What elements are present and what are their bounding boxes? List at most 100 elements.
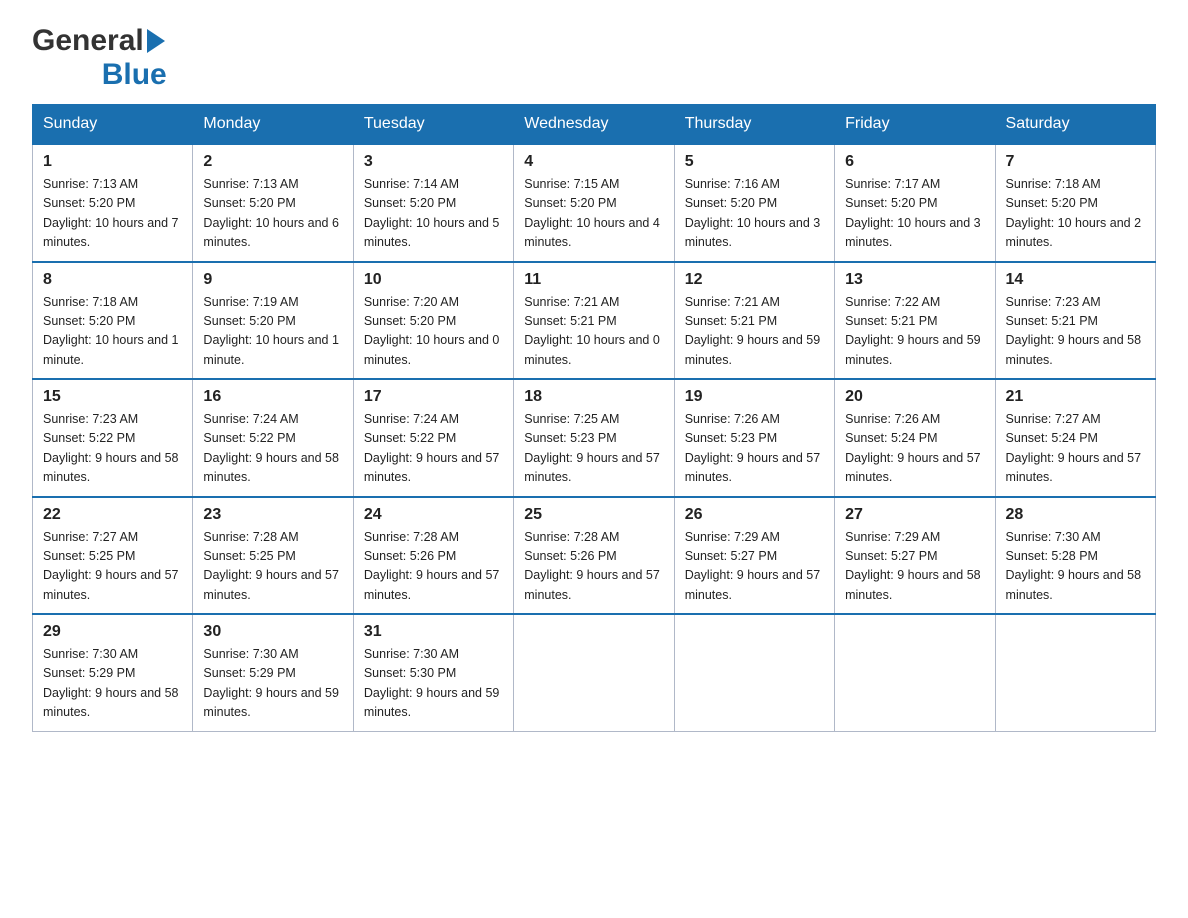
calendar-cell bbox=[514, 614, 674, 731]
calendar-cell: 30 Sunrise: 7:30 AMSunset: 5:29 PMDaylig… bbox=[193, 614, 353, 731]
day-info: Sunrise: 7:14 AMSunset: 5:20 PMDaylight:… bbox=[364, 177, 500, 249]
day-number: 14 bbox=[1006, 271, 1145, 289]
calendar-cell bbox=[835, 614, 995, 731]
day-number: 6 bbox=[845, 153, 984, 171]
day-info: Sunrise: 7:15 AMSunset: 5:20 PMDaylight:… bbox=[524, 177, 660, 249]
calendar-cell: 31 Sunrise: 7:30 AMSunset: 5:30 PMDaylig… bbox=[353, 614, 513, 731]
weekday-header-sunday: Sunday bbox=[33, 105, 193, 145]
day-number: 20 bbox=[845, 388, 984, 406]
day-info: Sunrise: 7:16 AMSunset: 5:20 PMDaylight:… bbox=[685, 177, 821, 249]
calendar-cell: 6 Sunrise: 7:17 AMSunset: 5:20 PMDayligh… bbox=[835, 144, 995, 262]
day-info: Sunrise: 7:22 AMSunset: 5:21 PMDaylight:… bbox=[845, 295, 981, 367]
day-number: 28 bbox=[1006, 506, 1145, 524]
weekday-header-monday: Monday bbox=[193, 105, 353, 145]
calendar-cell: 23 Sunrise: 7:28 AMSunset: 5:25 PMDaylig… bbox=[193, 497, 353, 615]
day-number: 17 bbox=[364, 388, 503, 406]
day-info: Sunrise: 7:17 AMSunset: 5:20 PMDaylight:… bbox=[845, 177, 981, 249]
calendar-cell: 22 Sunrise: 7:27 AMSunset: 5:25 PMDaylig… bbox=[33, 497, 193, 615]
day-number: 8 bbox=[43, 271, 182, 289]
calendar-cell: 10 Sunrise: 7:20 AMSunset: 5:20 PMDaylig… bbox=[353, 262, 513, 380]
calendar-header-row: SundayMondayTuesdayWednesdayThursdayFrid… bbox=[33, 105, 1156, 145]
day-number: 31 bbox=[364, 623, 503, 641]
day-number: 25 bbox=[524, 506, 663, 524]
calendar-cell: 14 Sunrise: 7:23 AMSunset: 5:21 PMDaylig… bbox=[995, 262, 1155, 380]
day-number: 22 bbox=[43, 506, 182, 524]
day-info: Sunrise: 7:24 AMSunset: 5:22 PMDaylight:… bbox=[203, 412, 339, 484]
day-number: 26 bbox=[685, 506, 824, 524]
day-number: 9 bbox=[203, 271, 342, 289]
day-number: 24 bbox=[364, 506, 503, 524]
calendar-cell: 3 Sunrise: 7:14 AMSunset: 5:20 PMDayligh… bbox=[353, 144, 513, 262]
day-number: 4 bbox=[524, 153, 663, 171]
calendar-cell: 29 Sunrise: 7:30 AMSunset: 5:29 PMDaylig… bbox=[33, 614, 193, 731]
calendar-cell: 7 Sunrise: 7:18 AMSunset: 5:20 PMDayligh… bbox=[995, 144, 1155, 262]
day-number: 16 bbox=[203, 388, 342, 406]
calendar-cell: 27 Sunrise: 7:29 AMSunset: 5:27 PMDaylig… bbox=[835, 497, 995, 615]
day-info: Sunrise: 7:18 AMSunset: 5:20 PMDaylight:… bbox=[1006, 177, 1142, 249]
day-info: Sunrise: 7:26 AMSunset: 5:23 PMDaylight:… bbox=[685, 412, 821, 484]
calendar-cell: 1 Sunrise: 7:13 AMSunset: 5:20 PMDayligh… bbox=[33, 144, 193, 262]
calendar-cell: 18 Sunrise: 7:25 AMSunset: 5:23 PMDaylig… bbox=[514, 379, 674, 497]
weekday-header-friday: Friday bbox=[835, 105, 995, 145]
calendar-cell: 24 Sunrise: 7:28 AMSunset: 5:26 PMDaylig… bbox=[353, 497, 513, 615]
day-info: Sunrise: 7:21 AMSunset: 5:21 PMDaylight:… bbox=[524, 295, 660, 367]
weekday-header-wednesday: Wednesday bbox=[514, 105, 674, 145]
calendar-cell: 21 Sunrise: 7:27 AMSunset: 5:24 PMDaylig… bbox=[995, 379, 1155, 497]
day-number: 12 bbox=[685, 271, 824, 289]
calendar-cell: 25 Sunrise: 7:28 AMSunset: 5:26 PMDaylig… bbox=[514, 497, 674, 615]
calendar-cell: 11 Sunrise: 7:21 AMSunset: 5:21 PMDaylig… bbox=[514, 262, 674, 380]
day-number: 30 bbox=[203, 623, 342, 641]
day-info: Sunrise: 7:13 AMSunset: 5:20 PMDaylight:… bbox=[43, 177, 179, 249]
calendar-cell: 4 Sunrise: 7:15 AMSunset: 5:20 PMDayligh… bbox=[514, 144, 674, 262]
calendar-cell: 12 Sunrise: 7:21 AMSunset: 5:21 PMDaylig… bbox=[674, 262, 834, 380]
day-info: Sunrise: 7:23 AMSunset: 5:21 PMDaylight:… bbox=[1006, 295, 1142, 367]
day-number: 29 bbox=[43, 623, 182, 641]
day-info: Sunrise: 7:29 AMSunset: 5:27 PMDaylight:… bbox=[685, 530, 821, 602]
calendar-cell bbox=[995, 614, 1155, 731]
day-info: Sunrise: 7:25 AMSunset: 5:23 PMDaylight:… bbox=[524, 412, 660, 484]
day-number: 10 bbox=[364, 271, 503, 289]
day-number: 13 bbox=[845, 271, 984, 289]
weekday-header-saturday: Saturday bbox=[995, 105, 1155, 145]
calendar-cell: 19 Sunrise: 7:26 AMSunset: 5:23 PMDaylig… bbox=[674, 379, 834, 497]
day-info: Sunrise: 7:28 AMSunset: 5:25 PMDaylight:… bbox=[203, 530, 339, 602]
calendar-cell: 17 Sunrise: 7:24 AMSunset: 5:22 PMDaylig… bbox=[353, 379, 513, 497]
calendar-cell: 5 Sunrise: 7:16 AMSunset: 5:20 PMDayligh… bbox=[674, 144, 834, 262]
day-info: Sunrise: 7:13 AMSunset: 5:20 PMDaylight:… bbox=[203, 177, 339, 249]
day-number: 23 bbox=[203, 506, 342, 524]
calendar-week-row: 22 Sunrise: 7:27 AMSunset: 5:25 PMDaylig… bbox=[33, 497, 1156, 615]
day-number: 7 bbox=[1006, 153, 1145, 171]
day-info: Sunrise: 7:29 AMSunset: 5:27 PMDaylight:… bbox=[845, 530, 981, 602]
weekday-header-tuesday: Tuesday bbox=[353, 105, 513, 145]
day-info: Sunrise: 7:30 AMSunset: 5:30 PMDaylight:… bbox=[364, 647, 500, 719]
calendar-cell: 15 Sunrise: 7:23 AMSunset: 5:22 PMDaylig… bbox=[33, 379, 193, 497]
day-number: 19 bbox=[685, 388, 824, 406]
calendar-week-row: 29 Sunrise: 7:30 AMSunset: 5:29 PMDaylig… bbox=[33, 614, 1156, 731]
day-info: Sunrise: 7:28 AMSunset: 5:26 PMDaylight:… bbox=[364, 530, 500, 602]
logo: General Blue bbox=[32, 24, 167, 92]
logo-general-text: General bbox=[32, 24, 144, 58]
day-info: Sunrise: 7:19 AMSunset: 5:20 PMDaylight:… bbox=[203, 295, 339, 367]
logo-arrow-icon bbox=[147, 29, 165, 53]
weekday-header-thursday: Thursday bbox=[674, 105, 834, 145]
day-info: Sunrise: 7:23 AMSunset: 5:22 PMDaylight:… bbox=[43, 412, 179, 484]
calendar-cell: 16 Sunrise: 7:24 AMSunset: 5:22 PMDaylig… bbox=[193, 379, 353, 497]
day-number: 3 bbox=[364, 153, 503, 171]
day-number: 18 bbox=[524, 388, 663, 406]
day-info: Sunrise: 7:26 AMSunset: 5:24 PMDaylight:… bbox=[845, 412, 981, 484]
calendar-week-row: 8 Sunrise: 7:18 AMSunset: 5:20 PMDayligh… bbox=[33, 262, 1156, 380]
day-number: 27 bbox=[845, 506, 984, 524]
calendar-cell: 9 Sunrise: 7:19 AMSunset: 5:20 PMDayligh… bbox=[193, 262, 353, 380]
calendar-table: SundayMondayTuesdayWednesdayThursdayFrid… bbox=[32, 104, 1156, 732]
day-info: Sunrise: 7:27 AMSunset: 5:24 PMDaylight:… bbox=[1006, 412, 1142, 484]
calendar-week-row: 1 Sunrise: 7:13 AMSunset: 5:20 PMDayligh… bbox=[33, 144, 1156, 262]
day-info: Sunrise: 7:30 AMSunset: 5:29 PMDaylight:… bbox=[43, 647, 179, 719]
calendar-cell: 28 Sunrise: 7:30 AMSunset: 5:28 PMDaylig… bbox=[995, 497, 1155, 615]
calendar-cell: 20 Sunrise: 7:26 AMSunset: 5:24 PMDaylig… bbox=[835, 379, 995, 497]
calendar-cell: 8 Sunrise: 7:18 AMSunset: 5:20 PMDayligh… bbox=[33, 262, 193, 380]
day-info: Sunrise: 7:20 AMSunset: 5:20 PMDaylight:… bbox=[364, 295, 500, 367]
day-info: Sunrise: 7:21 AMSunset: 5:21 PMDaylight:… bbox=[685, 295, 821, 367]
day-number: 5 bbox=[685, 153, 824, 171]
day-number: 2 bbox=[203, 153, 342, 171]
day-info: Sunrise: 7:30 AMSunset: 5:29 PMDaylight:… bbox=[203, 647, 339, 719]
